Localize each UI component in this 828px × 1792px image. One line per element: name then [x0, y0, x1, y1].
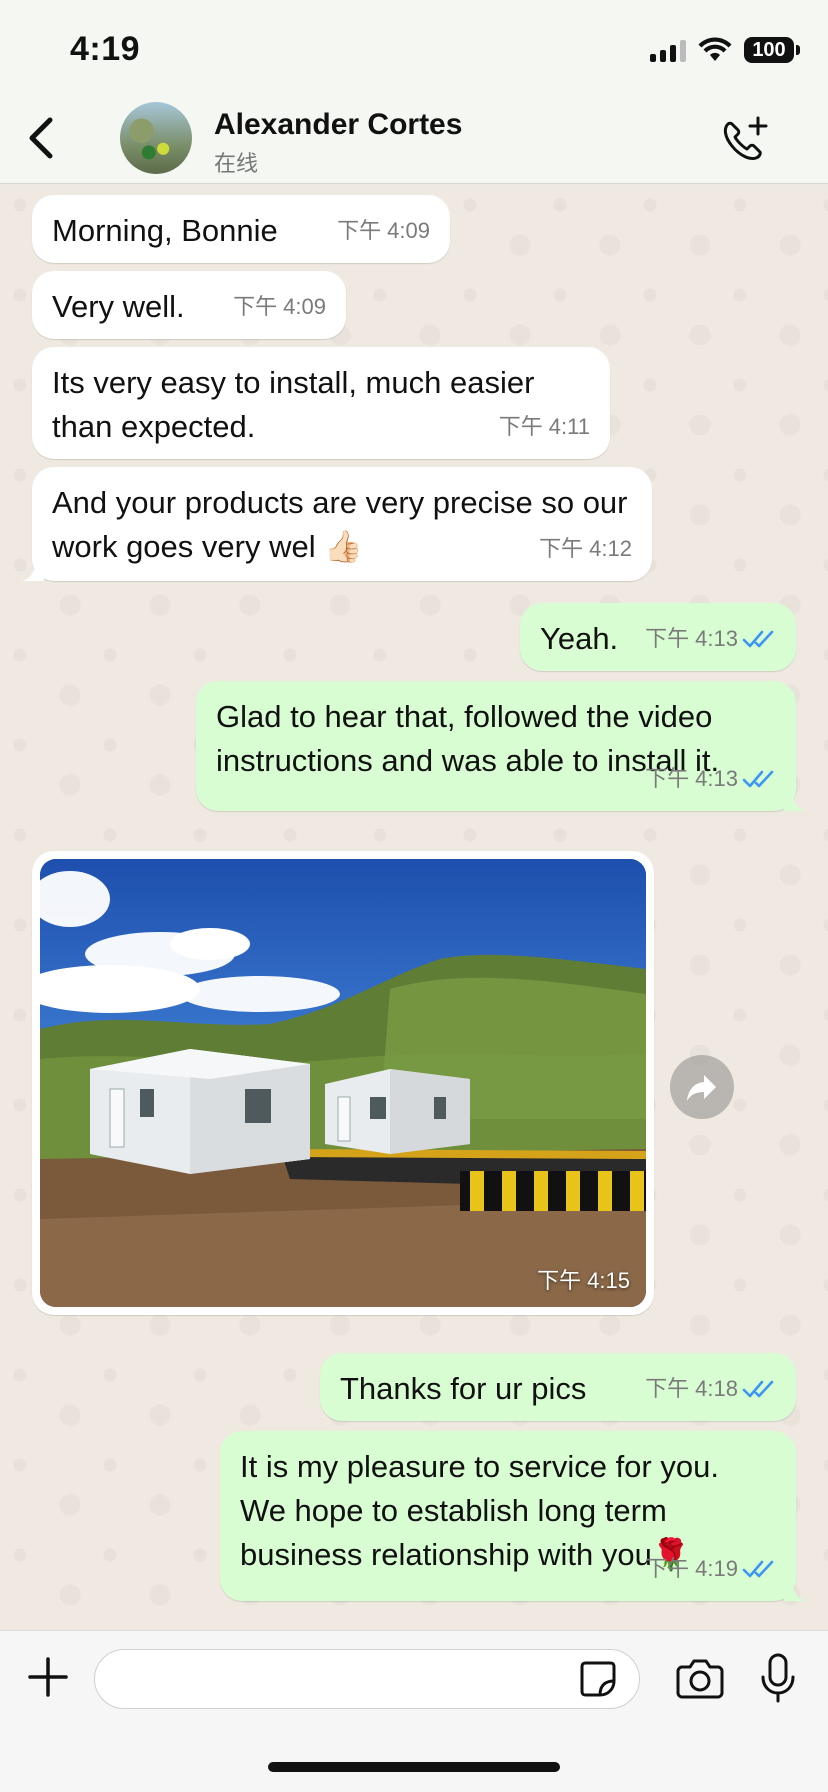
- message-bubble[interactable]: And your products are very precise so ou…: [22, 467, 652, 581]
- home-indicator[interactable]: [268, 1762, 560, 1772]
- message-time: 下午 4:13: [645, 617, 776, 661]
- plus-icon[interactable]: [26, 1655, 70, 1699]
- call-add-icon[interactable]: [718, 114, 772, 166]
- message-time-text: 下午 4:13: [645, 766, 738, 791]
- message-time: 下午 4:09: [337, 218, 430, 243]
- message-time-text: 下午 4:13: [645, 626, 738, 651]
- photo-site-cabins[interactable]: 下午 4:15: [40, 859, 646, 1307]
- bubble-tail: [22, 559, 44, 581]
- message-time: 下午 4:13: [645, 757, 776, 801]
- message-text: Yeah.: [540, 621, 619, 656]
- message-time: 下午 4:09: [233, 294, 326, 319]
- message-bubble[interactable]: Its very easy to install, much easier th…: [32, 347, 610, 459]
- message-bubble[interactable]: Very well. 下午 4:09: [32, 271, 346, 339]
- camera-icon[interactable]: [676, 1657, 724, 1699]
- forward-button[interactable]: [670, 1055, 734, 1119]
- chat-area[interactable]: Morning, Bonnie 下午 4:09 Very well. 下午 4:…: [0, 185, 828, 1630]
- message-text: Its very easy to install, much easier th…: [52, 365, 535, 444]
- avatar[interactable]: [120, 102, 192, 174]
- message-time: 下午 4:19: [645, 1547, 776, 1591]
- bubble-tail: [784, 789, 806, 811]
- message-bubble[interactable]: Yeah. 下午 4:13: [520, 603, 796, 671]
- sticker-icon[interactable]: [578, 1659, 618, 1699]
- message-time: 下午 4:12: [539, 536, 632, 561]
- message-text: Thanks for ur pics: [340, 1371, 587, 1406]
- message-time-text: 下午 4:19: [645, 1556, 738, 1581]
- bubble-tail: [784, 1579, 806, 1601]
- message-bubble[interactable]: Morning, Bonnie 下午 4:09: [32, 195, 450, 263]
- message-text: Morning, Bonnie: [52, 213, 278, 248]
- chat-header: Alexander Cortes 在线: [0, 92, 828, 184]
- status-icons: 100: [650, 34, 800, 66]
- image-message[interactable]: 下午 4:15: [32, 851, 654, 1315]
- message-time: 下午 4:15: [537, 1268, 630, 1293]
- message-bubble[interactable]: Thanks for ur pics 下午 4:18: [320, 1353, 796, 1421]
- message-time-text: 下午 4:18: [645, 1376, 738, 1401]
- signal-icon: [650, 38, 686, 62]
- message-bubble[interactable]: Glad to hear that, followed the video in…: [196, 681, 806, 811]
- message-time: 下午 4:18: [645, 1367, 776, 1411]
- message-time: 下午 4:11: [498, 414, 590, 439]
- contact-status: 在线: [214, 151, 259, 176]
- battery-icon: 100: [744, 37, 800, 63]
- message-text: Glad to hear that, followed the video in…: [216, 699, 720, 778]
- contact-name[interactable]: Alexander Cortes: [214, 108, 462, 142]
- forward-icon: [687, 1075, 716, 1101]
- back-chevron-icon[interactable]: [22, 114, 62, 162]
- double-check-icon: [742, 770, 774, 788]
- message-input[interactable]: [94, 1649, 640, 1709]
- double-check-icon: [742, 1560, 774, 1578]
- message-text: Very well.: [52, 289, 185, 324]
- double-check-icon: [742, 630, 774, 648]
- message-bubble[interactable]: It is my pleasure to service for you. We…: [220, 1431, 806, 1601]
- double-check-icon: [742, 1380, 774, 1398]
- photo-illustration: [40, 859, 646, 1307]
- wifi-icon: [698, 37, 732, 61]
- status-bar: 4:19 100: [0, 0, 828, 92]
- status-time: 4:19: [70, 30, 141, 68]
- mic-icon[interactable]: [760, 1653, 796, 1703]
